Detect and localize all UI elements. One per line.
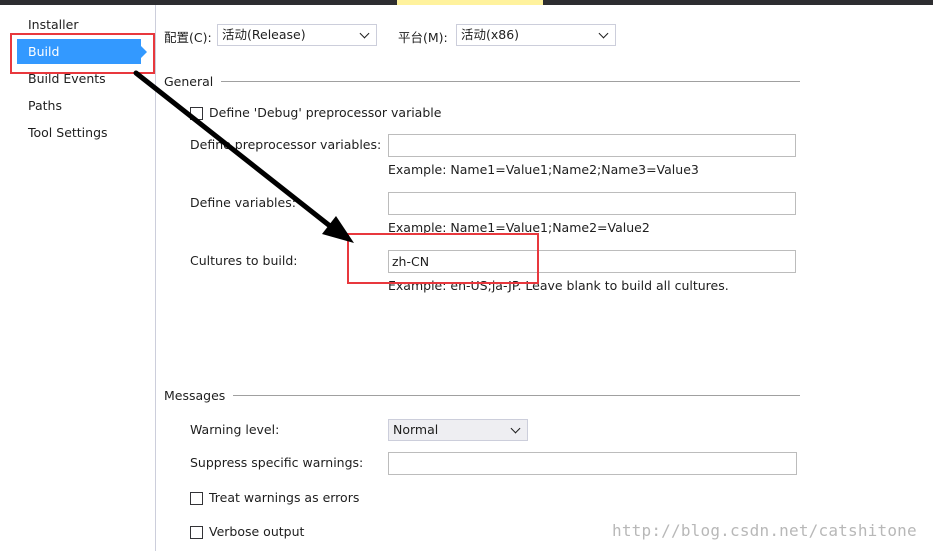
watermark: http://blog.csdn.net/catshitone bbox=[612, 521, 917, 540]
annotation-arrow bbox=[133, 70, 354, 243]
